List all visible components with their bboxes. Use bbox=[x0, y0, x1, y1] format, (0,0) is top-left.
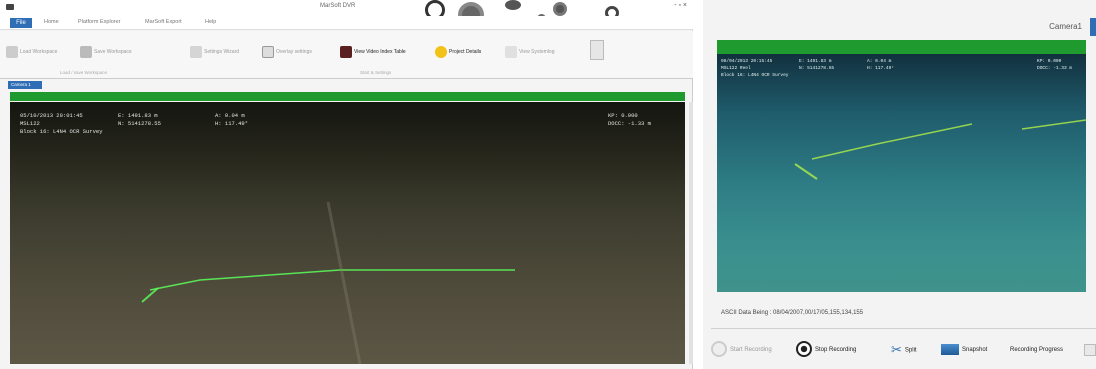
view-systemlog-label: View Systemlog bbox=[519, 49, 555, 55]
stop-recording-label: Stop Recording bbox=[815, 347, 857, 353]
overlay-settings-button[interactable]: Overlay settings bbox=[262, 45, 312, 59]
laser-lines bbox=[141, 201, 515, 364]
snapshot-button[interactable]: Snapshot bbox=[941, 340, 987, 360]
ribbon-toolbar: Load Workspace Save Workspace Settings W… bbox=[0, 31, 693, 79]
gear-icon bbox=[553, 2, 567, 16]
scissors-icon: ✂ bbox=[891, 342, 902, 357]
warning-icon bbox=[505, 45, 517, 58]
menu-marsoft-export[interactable]: MarSoft Export bbox=[145, 19, 182, 25]
snapshot-label: Snapshot bbox=[962, 347, 988, 353]
document-icon[interactable] bbox=[590, 40, 604, 60]
camera-video-feed-right: 08/04/2013 20:15:45 E: 1491.83 m A: 0.04… bbox=[717, 54, 1086, 292]
stop-icon bbox=[796, 341, 812, 358]
split-button[interactable]: ✂ Split bbox=[891, 340, 917, 360]
window-controls[interactable]: - ▫ × bbox=[674, 2, 687, 9]
workspace-group-label: Load / save Workspace bbox=[60, 70, 107, 75]
view-systemlog-button[interactable]: View Systemlog bbox=[505, 45, 554, 59]
overlay-settings-label: Overlay settings bbox=[276, 49, 312, 55]
menu-bar: File Home Platform Explorer MarSoft Expo… bbox=[0, 16, 693, 30]
recording-progress-label: Recording Progress bbox=[1010, 347, 1064, 353]
camera-icon bbox=[941, 343, 959, 355]
camera-video-feed: 05/10/2013 20:01:45 E: 1491.83 m A: 0.04… bbox=[10, 102, 685, 364]
settings-group-label: Start & Settings bbox=[360, 70, 392, 75]
folder-icon bbox=[6, 45, 18, 58]
menu-file[interactable]: File bbox=[10, 18, 32, 28]
right-app-window: Camera1 08/04/2013 20:15:45 E: 1491.83 m… bbox=[703, 0, 1096, 369]
settings-wizard-label: Settings Wizard bbox=[204, 49, 240, 55]
vertical-scrollbar[interactable] bbox=[689, 102, 693, 364]
menu-help[interactable]: Help bbox=[205, 19, 216, 25]
save-icon bbox=[80, 45, 92, 58]
start-recording-label: Start Recording bbox=[730, 347, 772, 353]
project-details-label: Project Details bbox=[449, 49, 482, 55]
laser-lines-right bbox=[794, 119, 1086, 180]
video-index-icon bbox=[340, 45, 352, 58]
camera-accent-tab[interactable] bbox=[1090, 18, 1096, 36]
start-recording-button[interactable]: Start Recording bbox=[711, 340, 772, 360]
controls-divider bbox=[711, 328, 1096, 329]
overlay-icon bbox=[262, 45, 274, 58]
project-icon bbox=[435, 45, 447, 58]
gear-icon bbox=[505, 0, 521, 10]
ascii-data-text: ASCII Data Being : 08/04/2007,00/17/05,1… bbox=[721, 310, 864, 316]
view-video-index-label: View Video Index Table bbox=[354, 49, 406, 55]
project-details-button[interactable]: Project Details bbox=[435, 45, 481, 59]
camera-status-bar-right bbox=[717, 40, 1086, 54]
menu-home[interactable]: Home bbox=[44, 19, 59, 25]
settings-wizard-button[interactable]: Settings Wizard bbox=[190, 45, 239, 59]
load-workspace-label: Load Workspace bbox=[20, 49, 58, 55]
split-label: Split bbox=[904, 347, 917, 354]
load-workspace-button[interactable]: Load Workspace bbox=[6, 45, 57, 59]
view-video-index-button[interactable]: View Video Index Table bbox=[340, 45, 406, 59]
window-title: MarSoft DVR bbox=[320, 3, 356, 9]
tab-camera-1[interactable]: Camera 1 bbox=[8, 81, 42, 89]
title-bar: MarSoft DVR - ▫ × bbox=[0, 0, 693, 28]
wizard-icon bbox=[190, 45, 202, 58]
camera-status-bar bbox=[10, 92, 685, 101]
recording-progress-bar bbox=[1084, 344, 1096, 356]
record-icon bbox=[711, 341, 727, 358]
menu-platform-explorer[interactable]: Platform Explorer bbox=[78, 19, 121, 25]
camera-label: Camera1 bbox=[1049, 22, 1082, 31]
stop-recording-button[interactable]: Stop Recording bbox=[796, 340, 856, 360]
left-app-window: MarSoft DVR - ▫ × File Home Platform Exp… bbox=[0, 0, 693, 369]
save-workspace-button[interactable]: Save Workspace bbox=[80, 45, 132, 59]
save-workspace-label: Save Workspace bbox=[94, 49, 132, 55]
app-logo-icon bbox=[6, 4, 14, 10]
